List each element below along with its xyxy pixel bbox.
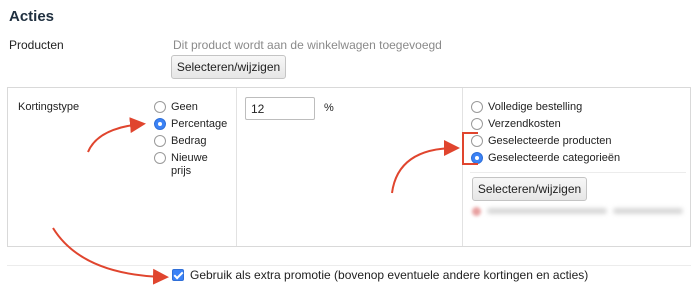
radio-option-shipping[interactable]: Verzendkosten — [471, 118, 686, 131]
radio-button[interactable] — [471, 118, 483, 130]
extra-promotion-checkbox[interactable] — [172, 269, 184, 281]
discount-panel: Kortingstype Geen Percentage Bedrag Nieu… — [7, 87, 691, 247]
extra-promotion-option[interactable]: Gebruik als extra promotie (bovenop even… — [172, 268, 588, 282]
divider — [7, 265, 691, 266]
radio-option-amount[interactable]: Bedrag — [154, 135, 234, 148]
discount-type-label: Kortingstype — [18, 101, 80, 113]
products-select-button[interactable]: Selecteren/wijzigen — [171, 55, 286, 79]
percent-unit: % — [324, 102, 334, 114]
radio-button[interactable] — [471, 101, 483, 113]
radio-button-checked[interactable] — [471, 152, 483, 164]
radio-button-checked[interactable] — [154, 118, 166, 130]
products-label: Producten — [9, 38, 64, 52]
discount-type-radio-group: Geen Percentage Bedrag Nieuwe prijs — [154, 101, 234, 182]
extra-promotion-label: Gebruik als extra promotie (bovenop even… — [190, 268, 589, 282]
radio-option-none[interactable]: Geen — [154, 101, 234, 114]
radio-option-new-price[interactable]: Nieuwe prijs — [154, 152, 220, 178]
blurred-icon — [472, 206, 481, 216]
radio-label: Percentage — [171, 118, 228, 130]
radio-button[interactable] — [471, 135, 483, 147]
categories-select-button[interactable]: Selecteren/wijzigen — [472, 177, 587, 201]
radio-option-selected-products[interactable]: Geselecteerde producten — [471, 135, 686, 148]
radio-label: Bedrag — [171, 135, 207, 147]
radio-button[interactable] — [154, 152, 166, 164]
radio-label: Geselecteerde categorieën — [488, 152, 621, 164]
radio-button[interactable] — [154, 101, 166, 113]
blurred-text — [613, 208, 683, 214]
radio-button[interactable] — [154, 135, 166, 147]
radio-label: Geselecteerde producten — [488, 135, 612, 147]
radio-label: Verzendkosten — [488, 118, 561, 130]
scope-separator — [470, 172, 686, 173]
blurred-text — [487, 208, 607, 214]
radio-label: Nieuwe prijs — [171, 152, 208, 177]
radio-option-percentage[interactable]: Percentage — [154, 118, 234, 131]
radio-option-selected-categories[interactable]: Geselecteerde categorieën — [471, 152, 686, 165]
discount-value-input[interactable] — [245, 97, 315, 120]
radio-option-full-order[interactable]: Volledige bestelling — [471, 101, 686, 114]
discount-scope-radio-group: Volledige bestelling Verzendkosten Gesel… — [471, 101, 686, 169]
products-note: Dit product wordt aan de winkelwagen toe… — [173, 38, 442, 52]
blurred-selection-summary — [472, 206, 690, 216]
column-divider — [462, 88, 463, 246]
column-divider — [236, 88, 237, 246]
radio-label: Geen — [171, 101, 198, 113]
section-title: Acties — [9, 8, 55, 25]
radio-label: Volledige bestelling — [488, 101, 583, 113]
